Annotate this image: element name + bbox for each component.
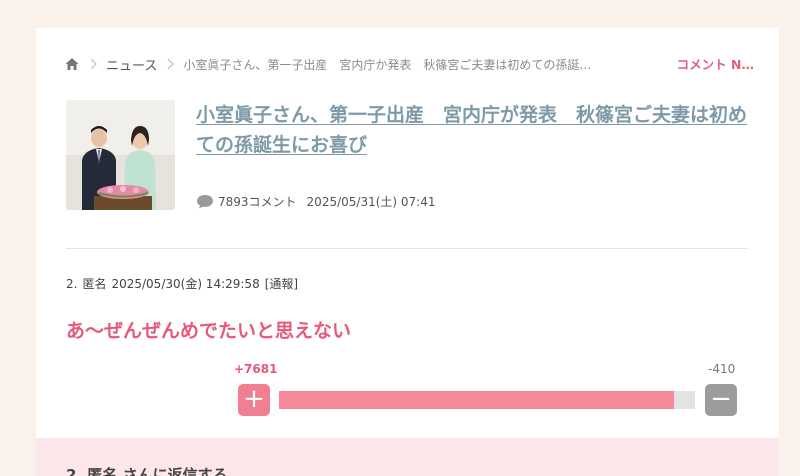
divider [66, 248, 748, 249]
minus-vote-button[interactable]: − [705, 384, 737, 416]
breadcrumb-news-link[interactable]: ニュース [106, 55, 157, 74]
comment-body: あ〜ぜんぜんめでたいと思えない [66, 320, 352, 342]
report-link[interactable]: [通報] [265, 277, 298, 291]
reply-link[interactable]: 2. 匿名 さんに返信する [66, 464, 228, 476]
article-title-link[interactable]: 小室眞子さん、第一子出産 宮内庁が発表 秋篠宮ご夫妻は初めての孫誕生にお喜び [196, 100, 756, 160]
comment-author: 匿名 [82, 277, 107, 291]
comment-header: 2. 匿名 2025/05/30(金) 14:29:58 [通報] [66, 275, 303, 292]
plus-vote-count: +7681 [234, 362, 278, 376]
home-icon[interactable] [64, 56, 80, 72]
reply-panel: 2. 匿名 さんに返信する [36, 438, 779, 476]
vote-ratio-bar [279, 391, 695, 409]
comment-count-link[interactable]: 7893コメント [218, 193, 297, 210]
minus-vote-count: -410 [708, 362, 736, 376]
breadcrumb: ニュース 小室眞子さん、第一子出産 宮内庁か発表 秋篠宮ご夫妻は初めての孫誕… … [64, 54, 754, 74]
speech-bubble-icon [197, 194, 213, 208]
breadcrumb-current-article[interactable]: 小室眞子さん、第一子出産 宮内庁か発表 秋篠宮ご夫妻は初めての孫誕… [183, 56, 591, 73]
article-datetime: 2025/05/31(土) 07:41 [306, 194, 436, 209]
plus-vote-button[interactable]: + [238, 384, 270, 416]
content-card: ニュース 小室眞子さん、第一子出産 宮内庁か発表 秋篠宮ご夫妻は初めての孫誕… … [36, 28, 779, 476]
article-thumbnail-image [66, 100, 175, 210]
chevron-right-icon [167, 58, 175, 70]
article-thumbnail[interactable] [66, 100, 175, 210]
article-meta: 7893コメント 2025/05/31(土) 07:41 [196, 191, 435, 211]
vote-ratio-fill [279, 391, 674, 409]
comment-number[interactable]: 2. [66, 277, 77, 291]
page: ニュース 小室眞子さん、第一子出産 宮内庁か発表 秋篠宮ご夫妻は初めての孫誕… … [0, 0, 800, 476]
chevron-right-icon [90, 58, 97, 70]
comment-datetime: 2025/05/30(金) 14:29:58 [111, 277, 260, 291]
breadcrumb-comment-link[interactable]: コメント N… [677, 54, 754, 73]
